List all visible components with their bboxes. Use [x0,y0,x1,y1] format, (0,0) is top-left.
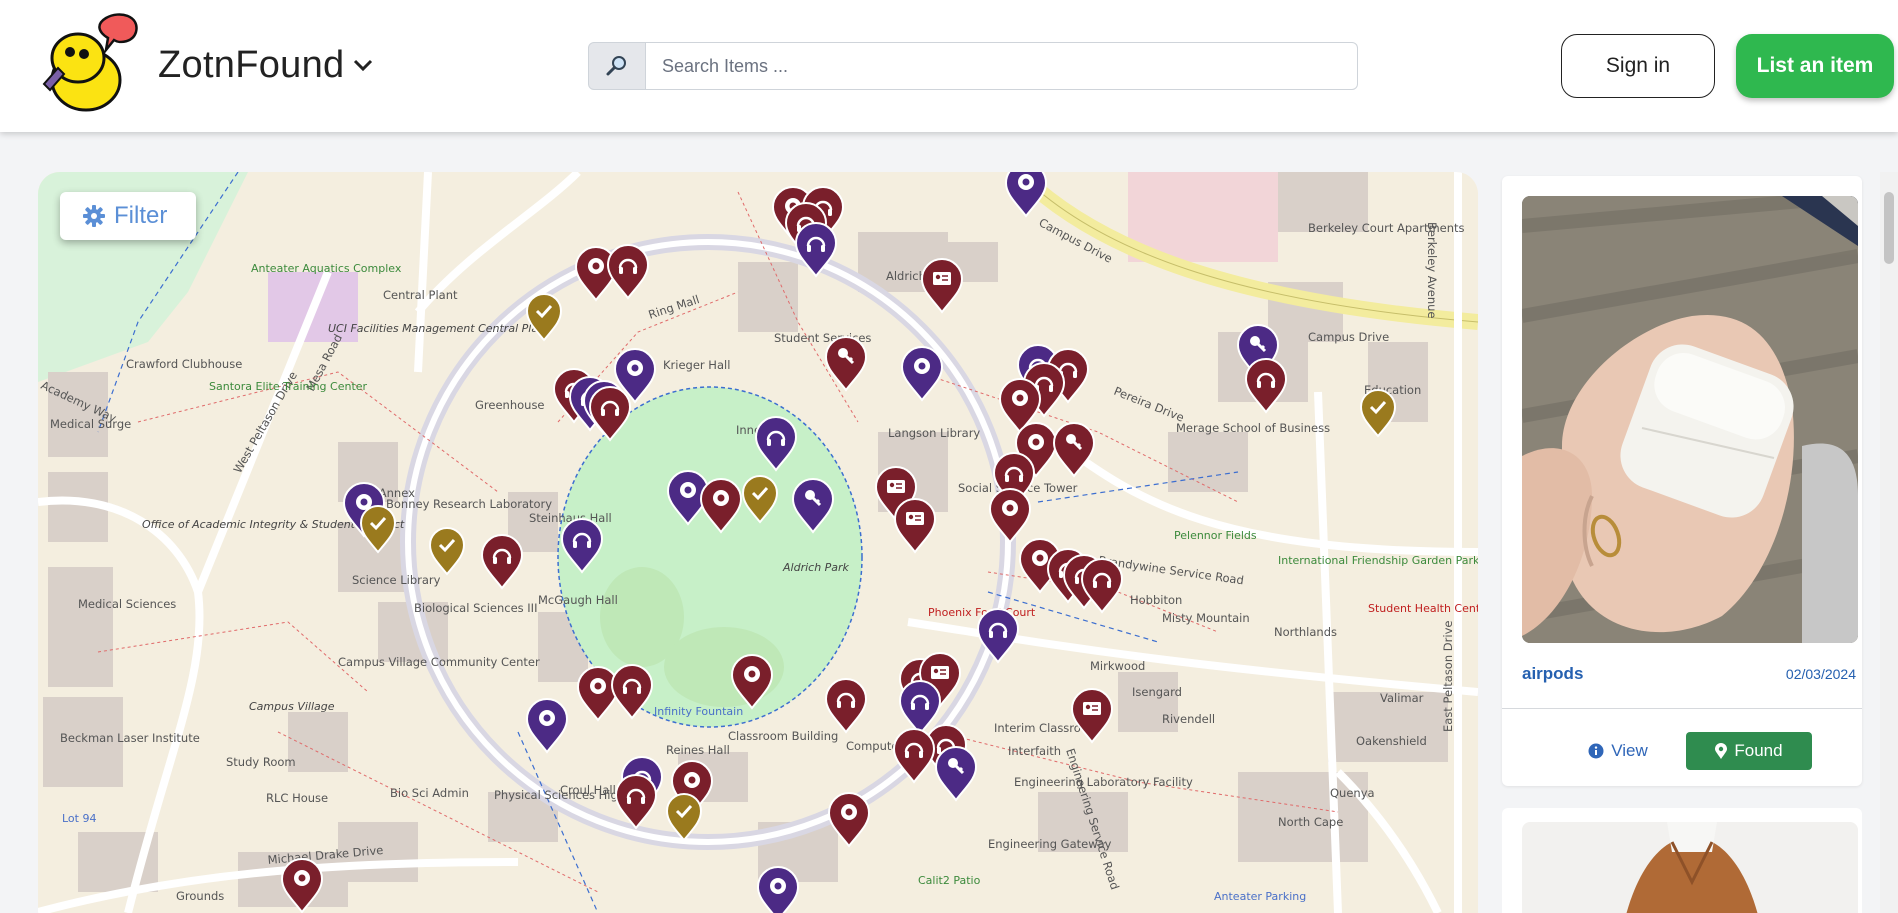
item-date: 02/03/2024 [1785,666,1856,682]
map-label-beckman: Beckman Laser Institute [60,731,200,745]
map-label-medical-surge: Medical Surge [50,417,131,431]
logo-anteater-icon[interactable] [36,10,142,116]
scroll-thumb[interactable] [1884,192,1894,264]
map-label-reines: Reines Hall [666,743,730,757]
map-label-eng-lab: Engineering Laboratory Facility [1014,775,1193,789]
map-label-uci-facilities: UCI Facilities Management Central Plant [328,322,550,335]
map-label-rivendell: Rivendell [1162,712,1215,726]
map-label-bio-sci: Biological Sciences III [414,601,537,615]
map-label-study-room: Study Room [226,755,296,769]
card-divider [1502,708,1862,709]
map-label-grounds: Grounds [176,889,224,903]
campus-map[interactable]: Aldrich Park Inner Ring Ring Mall Campus… [38,172,1478,913]
map-label-quenya: Quenya [1330,786,1375,800]
map-label-krieger: Krieger Hall [663,358,730,372]
brand-name[interactable]: ZotnFound [158,44,344,87]
map-label-campus-village: Campus Village [249,700,335,713]
map-label-medical-sciences: Medical Sciences [78,597,176,611]
view-label: View [1611,741,1648,760]
search-input[interactable] [646,42,1358,90]
item-card[interactable] [1502,808,1862,913]
map-label-anteater-parking: Anteater Parking [1214,890,1306,903]
map-label-pelennor: Pelennor Fields [1174,529,1257,542]
map-label-hobbiton: Hobbiton [1130,593,1182,607]
filter-button[interactable]: Filter [60,192,196,240]
map-label-berkeley-court: Berkeley Court Apartments [1308,221,1465,235]
map-label-berkeley-avenue: Berkeley Avenue [1425,222,1439,318]
map-label-student-health: Student Health Center [1368,602,1478,615]
item-photo[interactable] [1522,196,1858,643]
chevron-down-icon[interactable] [352,56,374,74]
map-label-langson: Langson Library [888,426,980,440]
gear-icon [83,205,105,227]
map-label-interfaith: Interfaith [1008,744,1061,758]
map-label-mirkwood: Mirkwood [1090,659,1145,673]
map-label-isengard: Isengard [1132,685,1182,699]
search-icon [606,56,626,76]
map-label-greenhouse: Greenhouse [475,398,545,412]
filter-label: Filter [114,202,168,229]
item-card[interactable]: airpods 02/03/2024 View Found [1502,176,1862,786]
item-name[interactable]: airpods [1522,664,1583,684]
map-label-bio-admin: Bio Sci Admin [390,786,469,800]
map-label-anteater-aquatics: Anteater Aquatics Complex [251,262,402,275]
map-label-oakenshield: Oakenshield [1356,734,1427,748]
map-label-classroom-building: Classroom Building [728,729,838,743]
sign-in-button[interactable]: Sign in [1561,34,1715,98]
map-label-campus-village-cc: Campus Village Community Center [338,655,540,669]
map-marker-icon [1715,743,1728,759]
search-button[interactable] [588,42,646,90]
map-label-intl-park: International Friendship Garden Park [1278,554,1478,567]
item-photo[interactable] [1522,822,1858,913]
map-label-infinity: Infinity Fountain [654,705,743,718]
listing-scrollbar[interactable] [1880,172,1898,913]
search-bar [588,42,1358,90]
map-label-central-plant: Central Plant [383,288,458,302]
map-label-north-cape: North Cape [1278,815,1343,829]
view-button[interactable]: View [1574,732,1662,770]
map-label-valimar: Valimar [1380,691,1424,705]
map-label-calit2: Calit2 Patio [918,874,981,887]
info-icon [1588,743,1604,759]
map-label-east-peltason: East Peltason Drive [1441,621,1455,732]
map-label-science-library: Science Library [352,573,441,587]
listing-panel[interactable]: airpods 02/03/2024 View Found [1500,172,1882,913]
map-label-campus-drive-2: Campus Drive [1308,330,1389,344]
map-label-crawford: Crawford Clubhouse [126,357,242,371]
found-button[interactable]: Found [1686,732,1812,770]
map-container[interactable]: Aldrich Park Inner Ring Ring Mall Campus… [38,172,1478,913]
list-item-button[interactable]: List an item [1736,34,1894,98]
map-label-misty-mountain: Misty Mountain [1162,611,1250,625]
map-label-aldrich-park: Aldrich Park [782,561,850,574]
map-label-santora: Santora Elite Training Center [209,380,368,393]
found-label: Found [1734,741,1783,760]
map-label-lot-94: Lot 94 [62,812,96,825]
map-label-merage: Merage School of Business [1176,421,1330,435]
map-label-mcgaugh: McGaugh Hall [538,593,618,607]
map-label-northlands: Northlands [1274,625,1337,639]
map-label-rlc-house: RLC House [266,791,328,805]
top-navbar: ZotnFound Sign in List an item [0,0,1898,132]
